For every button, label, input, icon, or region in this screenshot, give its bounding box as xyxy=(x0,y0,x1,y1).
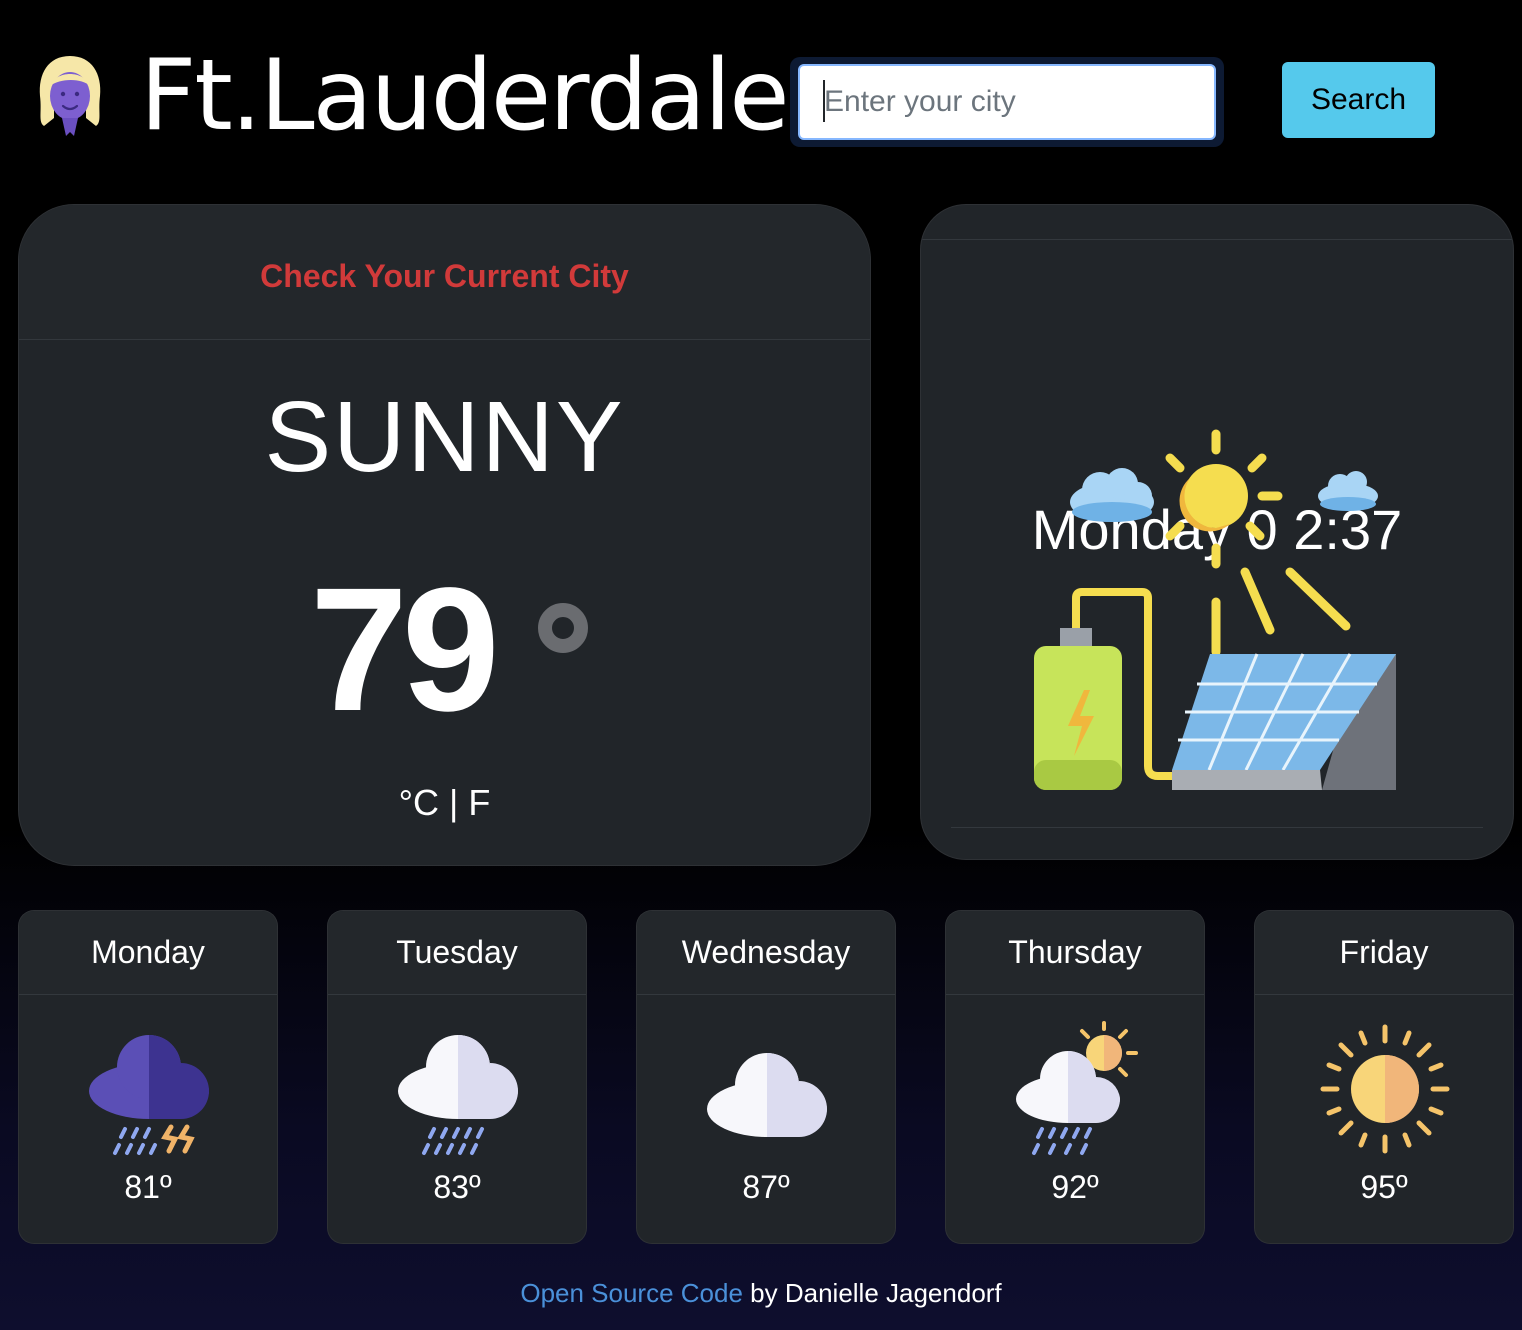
footer-author: by Danielle Jagendorf xyxy=(742,1278,1002,1308)
rain-cloud-icon xyxy=(398,1035,518,1155)
search-input[interactable] xyxy=(798,64,1216,140)
forecast-day-label: Friday xyxy=(1255,911,1513,995)
cloud-icon xyxy=(707,1053,827,1137)
clock-card-footer xyxy=(951,827,1483,828)
current-temperature: 79 xyxy=(310,552,500,748)
open-source-code-link[interactable]: Open Source Code xyxy=(520,1278,743,1308)
footer: Open Source Code by Danielle Jagendorf xyxy=(0,1278,1522,1309)
text-caret xyxy=(823,80,825,122)
forecast-card-monday: Monday 81º xyxy=(18,910,278,1244)
forecast-day-label: Thursday xyxy=(946,911,1204,995)
forecast-temperature: 95º xyxy=(1360,1169,1408,1205)
forecast-temperature: 87º xyxy=(742,1169,790,1205)
solar-panel-charging-icon xyxy=(1034,429,1396,790)
forecast-card-tuesday: Tuesday 83º xyxy=(327,910,587,1244)
forecast-card-thursday: Thursday 92º xyxy=(945,910,1205,1244)
current-weather-header: Check Your Current City xyxy=(19,205,870,340)
forecast-card-friday: Friday 95º xyxy=(1254,910,1514,1244)
current-weather-card: Check Your Current City xyxy=(18,204,871,866)
city-title: Ft.Lauderdale xyxy=(140,39,790,153)
woman-avatar-icon xyxy=(39,56,101,136)
search-button[interactable]: Search xyxy=(1282,62,1435,138)
clock-card-header xyxy=(921,205,1513,240)
check-current-city-label: Check Your Current City xyxy=(260,257,629,294)
forecast-temperature: 81º xyxy=(124,1169,172,1205)
forecast-temperature: 83º xyxy=(433,1169,481,1205)
unit-toggle: °C | F xyxy=(18,782,871,824)
thunderstorm-icon xyxy=(89,1035,209,1155)
celsius-toggle[interactable]: °C xyxy=(399,782,439,823)
search-field-wrapper xyxy=(790,57,1224,147)
forecast-card-wednesday: Wednesday 87º xyxy=(636,910,896,1244)
forecast-day-label: Monday xyxy=(19,911,277,995)
fahrenheit-toggle[interactable]: F xyxy=(468,782,490,823)
forecast-day-label: Tuesday xyxy=(328,911,586,995)
forecast-temperature: 92º xyxy=(1051,1169,1099,1205)
weather-condition: SUNNY xyxy=(264,381,625,493)
sun-icon xyxy=(1320,1024,1450,1154)
sun-rain-cloud-icon xyxy=(1016,1021,1138,1155)
forecast-day-label: Wednesday xyxy=(637,911,895,995)
degree-symbol-icon xyxy=(538,603,588,653)
unit-separator: | xyxy=(439,782,469,823)
